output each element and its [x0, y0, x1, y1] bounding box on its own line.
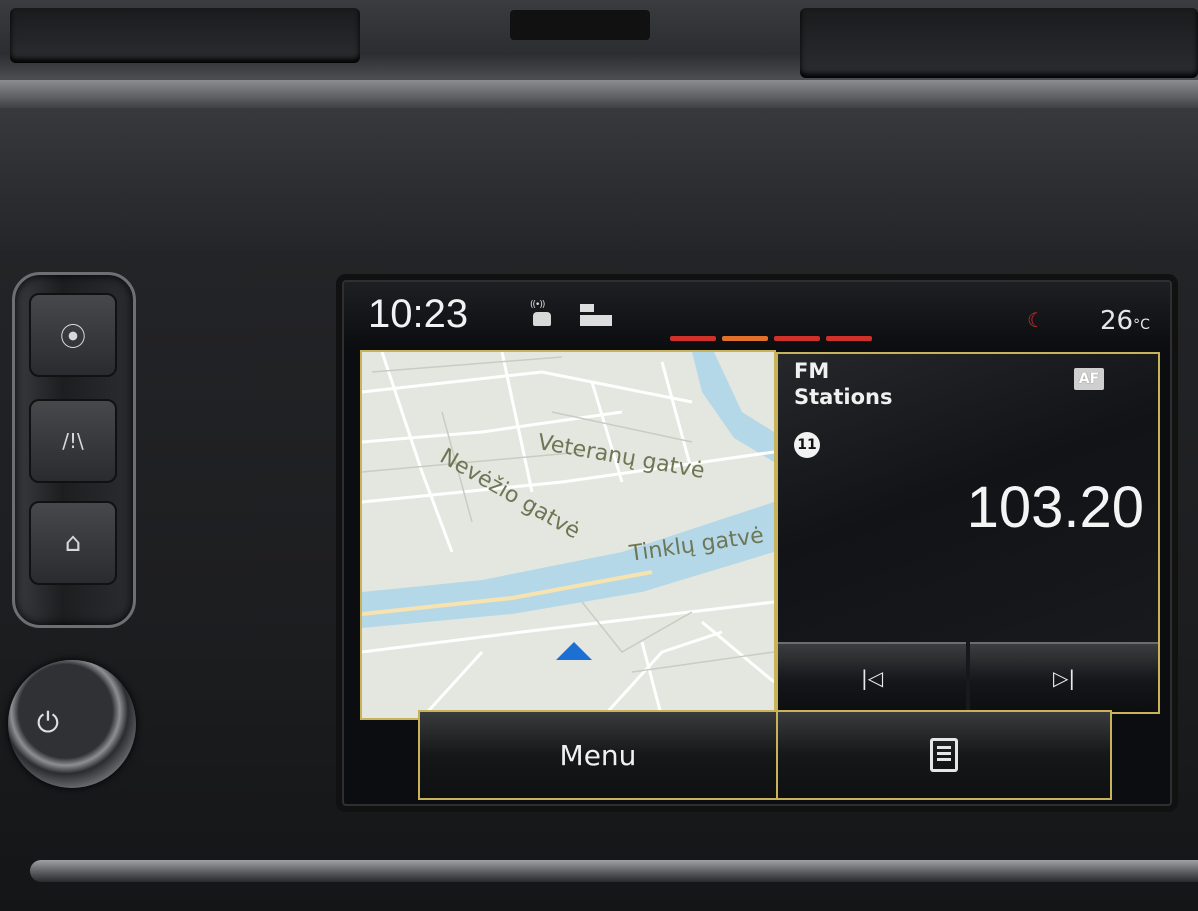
lane-assist-button[interactable]: /!\ [29, 399, 117, 483]
navigation-map[interactable]: Veteranų gatvė Nevėžio gatvė Tinklų gatv… [360, 350, 776, 720]
bottom-bar: Menu [418, 710, 1112, 800]
status-bar: 10:23 ((•)) ☾ 26°C [344, 282, 1170, 348]
list-icon [930, 738, 958, 772]
hardware-button-panel: ⦿ /!\ ⌂ [12, 272, 136, 628]
list-button[interactable] [778, 712, 1110, 798]
temperature-unit: °C [1133, 317, 1150, 333]
battery-icon [580, 304, 612, 326]
next-station-button[interactable]: ▷| [970, 642, 1158, 712]
chrome-trim-bottom [30, 860, 1198, 882]
radio-stations-label: Stations [794, 385, 893, 409]
radio-widget[interactable]: FM Stations AF 11 103.20 |◁ ▷| [776, 352, 1160, 714]
clock: 10:23 [368, 292, 469, 336]
radio-header: FM Stations [794, 358, 892, 410]
night-mode-icon: ☾ [1027, 308, 1045, 332]
next-icon: ▷| [1052, 666, 1076, 690]
af-badge: AF [1074, 368, 1104, 390]
outside-temperature: 26°C [1100, 306, 1150, 336]
menu-button[interactable]: Menu [420, 712, 778, 798]
connected-car-icon: ((•)) [530, 300, 554, 328]
menu-label: Menu [559, 738, 637, 772]
radio-band: FM [794, 359, 830, 383]
air-vent-right [800, 8, 1198, 78]
temperature-value: 26 [1100, 306, 1134, 336]
power-icon: ⏻ [36, 706, 60, 739]
page-indicator [670, 336, 872, 342]
preset-number: 11 [794, 432, 820, 458]
parking-sensor-icon: ⦿ [59, 322, 86, 353]
home-icon: ⌂ [64, 528, 82, 558]
dashboard-trim [0, 80, 1198, 108]
hazard-switch [510, 10, 650, 40]
infotainment-screen: 10:23 ((•)) ☾ 26°C Veteranų gatvė Nevėži… [342, 280, 1172, 806]
parking-assist-button[interactable]: ⦿ [29, 293, 117, 377]
lane-icon: /!\ [62, 429, 84, 453]
air-vent-left [10, 8, 360, 63]
radio-frequency: 103.20 [966, 475, 1144, 540]
vehicle-position-icon [556, 642, 592, 660]
power-volume-knob[interactable]: ⏻ [8, 660, 136, 788]
home-button[interactable]: ⌂ [29, 501, 117, 585]
previous-icon: |◁ [860, 666, 884, 690]
previous-station-button[interactable]: |◁ [778, 642, 966, 712]
